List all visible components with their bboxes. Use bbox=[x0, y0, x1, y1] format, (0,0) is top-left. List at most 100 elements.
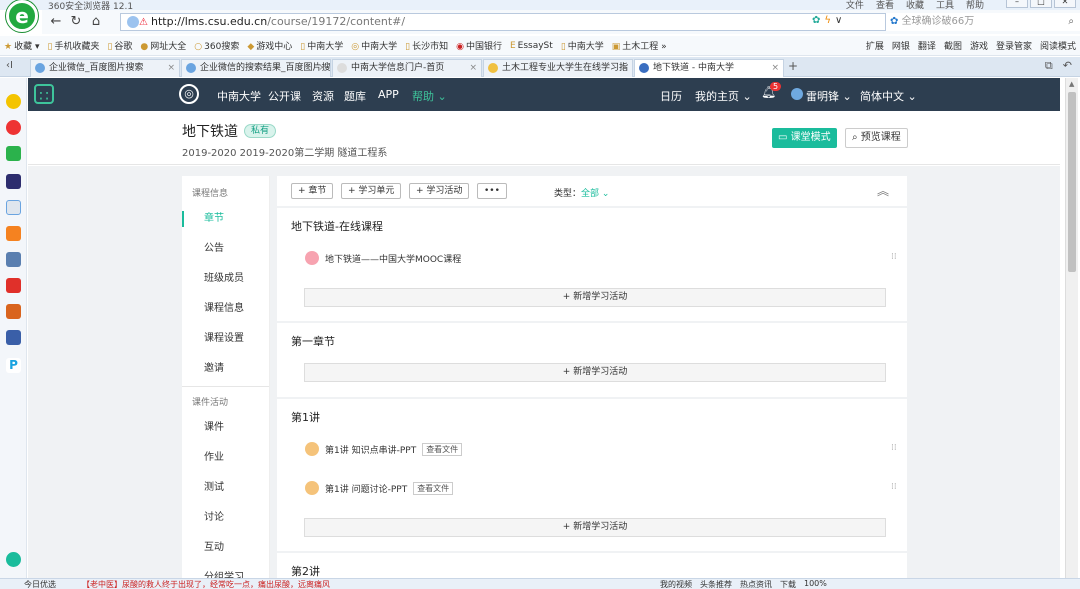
bookmark-item[interactable]: ◉ 中国银行 bbox=[456, 39, 502, 52]
menu-item-chapters[interactable]: 章节 bbox=[182, 204, 269, 234]
tab-scroll-left-icon[interactable]: ‹I bbox=[6, 60, 13, 71]
nav-app[interactable]: APP bbox=[378, 88, 399, 101]
mail-icon[interactable] bbox=[6, 146, 21, 161]
view-file-button[interactable]: 查看文件 bbox=[413, 481, 454, 495]
avatar[interactable] bbox=[791, 88, 803, 100]
undo-icon[interactable]: ↶ bbox=[1063, 59, 1072, 73]
home-icon[interactable]: ⌂ bbox=[86, 13, 106, 31]
close-tab-icon[interactable]: × bbox=[167, 60, 175, 76]
bookmark-item[interactable]: ▯ 长沙市知 bbox=[405, 39, 448, 52]
close-tab-icon[interactable]: × bbox=[469, 60, 477, 76]
browser-tab[interactable]: 中南大学信息门户-首页 × bbox=[332, 59, 482, 77]
nav-help[interactable]: 帮助 ⌄ bbox=[412, 88, 447, 104]
status-today-picks[interactable]: 今日优选 bbox=[24, 579, 56, 589]
activity-item[interactable]: 地下铁道——中国大学MOOC课程 bbox=[305, 251, 461, 265]
add-activity-button[interactable]: + 学习活动 bbox=[409, 183, 470, 199]
favorites-icon[interactable] bbox=[6, 94, 21, 109]
my-videos-button[interactable]: 我的视频 bbox=[660, 579, 692, 589]
nav-resources[interactable]: 资源 bbox=[312, 88, 334, 104]
headline-button[interactable]: 头条推荐 bbox=[700, 579, 732, 589]
menu-item-course-info[interactable]: 课程信息 bbox=[182, 294, 269, 324]
menu-item-courseware[interactable]: 课件 bbox=[182, 413, 269, 443]
bookmark-item[interactable]: ★ 收藏 ▾ bbox=[4, 39, 39, 52]
bookmark-item[interactable]: ● 网址大全 bbox=[140, 39, 186, 52]
menu-item-interaction[interactable]: 互动 bbox=[182, 533, 269, 563]
login-manager-button[interactable]: 登录管家 bbox=[996, 39, 1032, 52]
reading-mode-button[interactable]: 阅读模式 bbox=[1040, 39, 1076, 52]
lightning-icon[interactable]: ϟ bbox=[824, 15, 831, 26]
zoom-level[interactable]: 100% bbox=[804, 579, 827, 589]
menu-item-tests[interactable]: 测试 bbox=[182, 473, 269, 503]
scrollbar-thumb[interactable] bbox=[1068, 92, 1076, 272]
type-filter[interactable]: 类型：全部 ⌄ bbox=[554, 186, 609, 199]
browser-tab-active[interactable]: 地下铁道 - 中南大学 × bbox=[634, 59, 784, 77]
game-icon[interactable] bbox=[6, 304, 21, 319]
close-icon[interactable]: ✕ bbox=[1054, 0, 1076, 8]
bookmark-item[interactable]: ◆ 游戏中心 bbox=[247, 39, 292, 52]
search-engine-icon[interactable]: ✿ bbox=[890, 16, 902, 27]
game-icon[interactable] bbox=[6, 252, 21, 267]
translate-button[interactable]: 翻译 bbox=[918, 39, 936, 52]
menu-item-course-settings[interactable]: 课程设置 bbox=[182, 324, 269, 354]
page-scrollbar[interactable]: ▲ bbox=[1065, 78, 1078, 578]
nav-calendar[interactable]: 日历 bbox=[660, 88, 682, 104]
weibo-icon[interactable] bbox=[6, 120, 21, 135]
close-tab-icon[interactable]: × bbox=[620, 60, 628, 76]
class-mode-button[interactable]: ▭ 课堂模式 bbox=[772, 128, 837, 148]
preview-course-button[interactable]: ⌕ 预览课程 bbox=[845, 128, 908, 148]
screenshot-button[interactable]: 截图 bbox=[944, 39, 962, 52]
address-bar[interactable]: ⚠ http://lms.csu.edu.cn/course/19172/con… bbox=[120, 13, 1000, 31]
nav-open-course[interactable]: 公开课 bbox=[268, 88, 301, 104]
nav-my-home[interactable]: 我的主页 ⌄ bbox=[695, 88, 752, 104]
add-chapter-button[interactable]: + 章节 bbox=[291, 183, 334, 199]
add-activity-bar[interactable]: + 新增学习活动 bbox=[304, 288, 886, 307]
scroll-up-icon[interactable]: ▲ bbox=[1069, 80, 1074, 88]
activity-item[interactable]: 第1讲 知识点串讲-PPT 查看文件 bbox=[305, 442, 463, 456]
extensions-button[interactable]: 扩展 bbox=[866, 39, 884, 52]
menu-item-members[interactable]: 班级成员 bbox=[182, 264, 269, 294]
nav-question-bank[interactable]: 题库 bbox=[344, 88, 366, 104]
more-button[interactable]: ••• bbox=[477, 183, 507, 199]
drag-handle-icon[interactable]: ⁞⁞ bbox=[891, 482, 897, 492]
netbank-button[interactable]: 网银 bbox=[892, 39, 910, 52]
app-icon[interactable] bbox=[6, 226, 21, 241]
dropdown-icon[interactable]: ∨ bbox=[835, 15, 842, 26]
menu-item-announcements[interactable]: 公告 bbox=[182, 234, 269, 264]
refresh-icon[interactable]: ↻ bbox=[66, 13, 86, 31]
bookmark-item[interactable]: ◎ 中南大学 bbox=[351, 39, 397, 52]
browser-tab[interactable]: 企业微信_百度图片搜索 × bbox=[30, 59, 180, 77]
hot-news-button[interactable]: 热点资讯 bbox=[740, 579, 772, 589]
browser-tab[interactable]: 土木工程专业大学生在线学习指 × bbox=[483, 59, 633, 77]
bookmark-item[interactable]: ○ 360搜索 bbox=[194, 39, 239, 52]
search-icon[interactable]: ⌕ bbox=[1068, 13, 1074, 31]
bookmark-item[interactable]: E EssaySt bbox=[510, 41, 553, 51]
user-menu[interactable]: 雷明锋 ⌄ bbox=[806, 88, 852, 104]
search-input[interactable]: ✿ 全球确诊破66万 ⌕ bbox=[885, 13, 1080, 31]
bookmark-item[interactable]: ▯ 中南大学 bbox=[300, 39, 343, 52]
view-file-button[interactable]: 查看文件 bbox=[422, 442, 463, 456]
status-news[interactable]: 【老中医】尿酸的救人终于出现了，经常吃一点，痛出尿酸，远离痛风 bbox=[82, 579, 330, 589]
app-icon[interactable] bbox=[6, 174, 21, 189]
menu-item-homework[interactable]: 作业 bbox=[182, 443, 269, 473]
bookmark-item[interactable]: ▯ 中南大学 bbox=[561, 39, 604, 52]
new-tab-icon[interactable]: + bbox=[788, 59, 798, 73]
add-activity-bar[interactable]: + 新增学习活动 bbox=[304, 518, 886, 537]
activity-item[interactable]: 第1讲 问题讨论-PPT 查看文件 bbox=[305, 481, 454, 495]
360-icon[interactable] bbox=[6, 552, 21, 567]
back-arrow-icon[interactable]: ← bbox=[46, 13, 66, 31]
extension-icon[interactable]: ✿ bbox=[812, 15, 820, 26]
csu-logo-icon[interactable]: ◎ bbox=[179, 84, 199, 104]
browser-tab[interactable]: 企业微信的搜索结果_百度图片搜 × bbox=[181, 59, 331, 77]
menu-item-discussion[interactable]: 讨论 bbox=[182, 503, 269, 533]
minimize-icon[interactable]: – bbox=[1006, 0, 1028, 8]
bookmark-item[interactable]: ▯ 手机收藏夹 bbox=[47, 39, 99, 52]
browser-logo-icon[interactable]: e bbox=[6, 0, 38, 32]
notes-icon[interactable] bbox=[6, 200, 21, 215]
language-select[interactable]: 简体中文 ⌄ bbox=[860, 88, 917, 104]
collapse-all-icon[interactable]: ︽ bbox=[877, 182, 889, 199]
drag-handle-icon[interactable]: ⁞⁞ bbox=[891, 443, 897, 453]
site-logo-text[interactable]: 中南大学 bbox=[217, 88, 261, 104]
add-activity-bar[interactable]: + 新增学习活动 bbox=[304, 363, 886, 382]
close-tab-icon[interactable]: × bbox=[318, 60, 326, 76]
app-icon[interactable] bbox=[6, 278, 21, 293]
